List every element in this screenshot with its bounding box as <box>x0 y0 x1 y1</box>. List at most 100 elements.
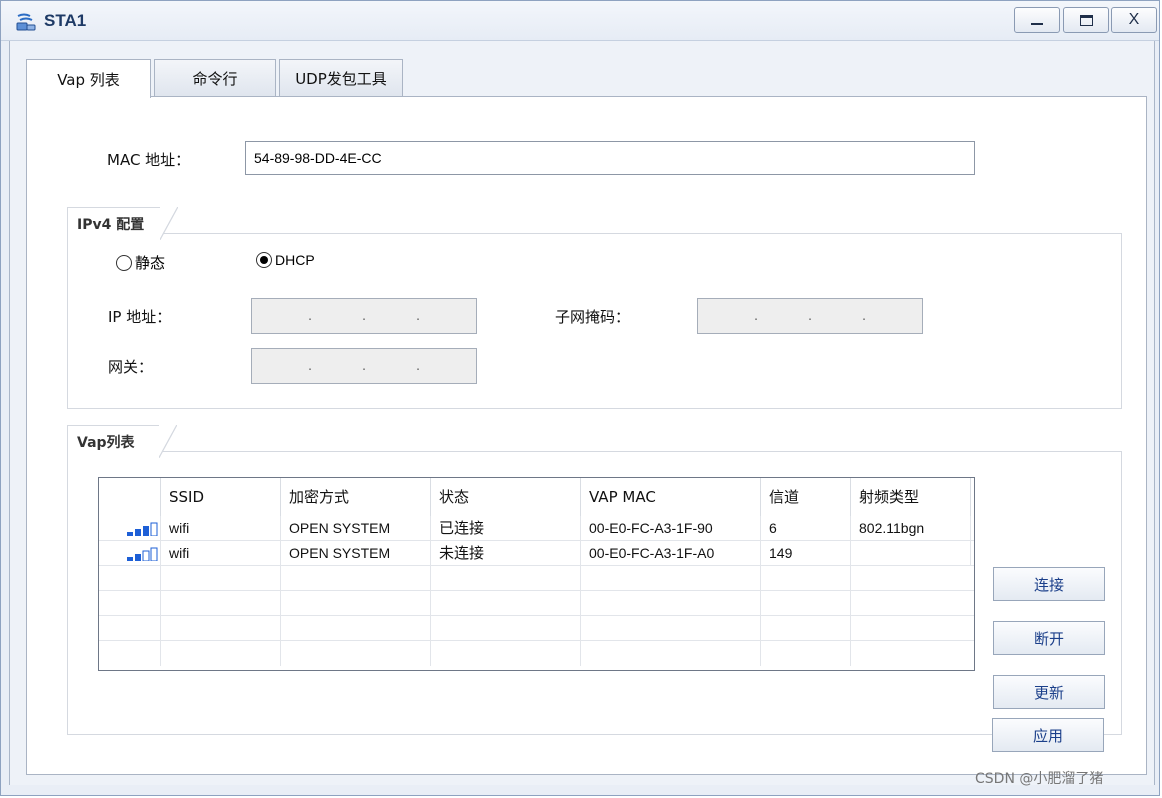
status-cell: 已连接 <box>431 516 581 541</box>
gateway-label: 网关： <box>108 358 154 376</box>
window-title: STA1 <box>44 11 87 30</box>
maximize-icon <box>1079 14 1093 26</box>
signal-bar <box>127 557 133 561</box>
disconnect-button[interactable]: 断开 <box>993 621 1105 655</box>
radio-type-cell: 802.11bgn <box>851 516 971 541</box>
signal-bar <box>135 554 141 561</box>
title-bar[interactable]: STA1 X <box>1 1 1159 41</box>
mac-address-field[interactable]: 54-89-98-DD-4E-CC <box>245 141 975 175</box>
vap-mac-cell: 00-E0-FC-A3-1F-90 <box>581 516 761 541</box>
apply-button[interactable]: 应用 <box>992 718 1104 752</box>
ssid-cell: wifi <box>161 516 281 541</box>
signal-bar <box>150 522 158 536</box>
empty-row <box>99 566 974 591</box>
gateway-field[interactable]: . . . <box>251 348 477 384</box>
tab-label: UDP发包工具 <box>295 70 387 88</box>
empty-cell <box>431 566 581 591</box>
ipv4-group-title-text: IPv4 配置 <box>77 217 145 233</box>
signal-cell <box>99 541 161 566</box>
encryption-cell: OPEN SYSTEM <box>281 541 431 566</box>
subnet-mask-field[interactable]: . . . <box>697 298 923 334</box>
mask-octet-separator: . <box>808 309 812 323</box>
empty-cell <box>281 566 431 591</box>
signal-strength-icon <box>127 547 158 561</box>
static-radio[interactable]: 静态 <box>116 252 165 273</box>
empty-cell <box>281 591 431 616</box>
empty-cell <box>99 641 161 666</box>
empty-cell <box>281 616 431 641</box>
ip-octet-separator: . <box>308 309 312 323</box>
signal-bar <box>143 526 149 536</box>
ip-address-field[interactable]: . . . <box>251 298 477 334</box>
empty-cell <box>161 641 281 666</box>
table-row[interactable]: wifi OPEN SYSTEM 已连接 00-E0-FC-A3-1F-90 6… <box>99 516 974 541</box>
tab-command-line[interactable]: 命令行 <box>154 59 276 97</box>
empty-cell <box>581 591 761 616</box>
mac-address-value: 54-89-98-DD-4E-CC <box>254 150 382 166</box>
sta1-window: STA1 X Vap 列表 命令行 UDP发包工具 MAC 地址： 54-89-… <box>0 0 1160 796</box>
vap-table-header: SSID 加密方式 状态 VAP MAC 信道 射频类型 <box>99 478 974 516</box>
empty-cell <box>161 616 281 641</box>
ipv4-group: 静态 DHCP IP 地址： . . . 子网掩码： . . . 网关： . .… <box>67 233 1122 409</box>
vap-table[interactable]: SSID 加密方式 状态 VAP MAC 信道 射频类型 wifi OPEN S… <box>98 477 975 671</box>
empty-cell <box>431 641 581 666</box>
signal-strength-icon <box>127 522 158 536</box>
empty-cell <box>581 641 761 666</box>
network-station-icon <box>16 13 36 31</box>
tab-vap-list[interactable]: Vap 列表 <box>26 59 151 98</box>
connect-button[interactable]: 连接 <box>993 567 1105 601</box>
ip-octet-separator: . <box>416 309 420 323</box>
vap-list-group-title: Vap列表 <box>67 425 177 458</box>
ip-address-label: IP 地址： <box>108 308 172 326</box>
mask-octet-separator: . <box>754 309 758 323</box>
minimize-button[interactable] <box>1014 7 1060 33</box>
empty-row <box>99 591 974 616</box>
empty-cell <box>581 616 761 641</box>
gateway-octet-separator: . <box>416 359 420 373</box>
channel-cell: 149 <box>761 541 851 566</box>
signal-cell <box>99 516 161 541</box>
tab-label: Vap 列表 <box>57 70 120 89</box>
dhcp-radio[interactable]: DHCP <box>256 252 315 268</box>
client-area: Vap 列表 命令行 UDP发包工具 MAC 地址： 54-89-98-DD-4… <box>9 41 1155 785</box>
signal-bar <box>135 529 141 536</box>
dhcp-radio-circle <box>256 252 272 268</box>
ssid-cell: wifi <box>161 541 281 566</box>
static-radio-circle <box>116 254 132 271</box>
status-cell: 未连接 <box>431 541 581 566</box>
column-header-ssid[interactable]: SSID <box>161 478 281 516</box>
column-header-signal <box>99 478 161 516</box>
close-icon: X <box>1128 11 1140 28</box>
empty-cell <box>161 591 281 616</box>
column-header-channel[interactable]: 信道 <box>761 478 851 516</box>
empty-cell <box>161 566 281 591</box>
empty-cell <box>431 591 581 616</box>
vap-list-group-title-text: Vap列表 <box>77 435 135 451</box>
refresh-button[interactable]: 更新 <box>993 675 1105 709</box>
watermark: CSDN @小肥溜了猪 <box>975 771 1104 787</box>
column-header-encryption[interactable]: 加密方式 <box>281 478 431 516</box>
minimize-icon <box>1031 23 1043 25</box>
column-header-radio-type[interactable]: 射频类型 <box>851 478 971 516</box>
subnet-mask-label: 子网掩码： <box>555 308 631 326</box>
empty-cell <box>761 591 851 616</box>
close-button[interactable]: X <box>1111 7 1157 33</box>
mac-label: MAC 地址： <box>107 151 191 169</box>
empty-cell <box>99 591 161 616</box>
static-radio-label: 静态 <box>135 254 166 272</box>
empty-row <box>99 641 974 666</box>
empty-cell <box>281 641 431 666</box>
ip-octet-separator: . <box>362 309 366 323</box>
column-header-status[interactable]: 状态 <box>431 478 581 516</box>
mask-octet-separator: . <box>862 309 866 323</box>
signal-bar <box>142 550 150 561</box>
empty-cell <box>99 566 161 591</box>
table-row[interactable]: wifi OPEN SYSTEM 未连接 00-E0-FC-A3-1F-A0 1… <box>99 541 974 566</box>
channel-cell: 6 <box>761 516 851 541</box>
empty-cell <box>761 616 851 641</box>
empty-cell <box>99 616 161 641</box>
column-header-vap-mac[interactable]: VAP MAC <box>581 478 761 516</box>
maximize-button[interactable] <box>1063 7 1109 33</box>
dhcp-radio-label: DHCP <box>275 252 315 268</box>
tab-udp-tool[interactable]: UDP发包工具 <box>279 59 403 97</box>
